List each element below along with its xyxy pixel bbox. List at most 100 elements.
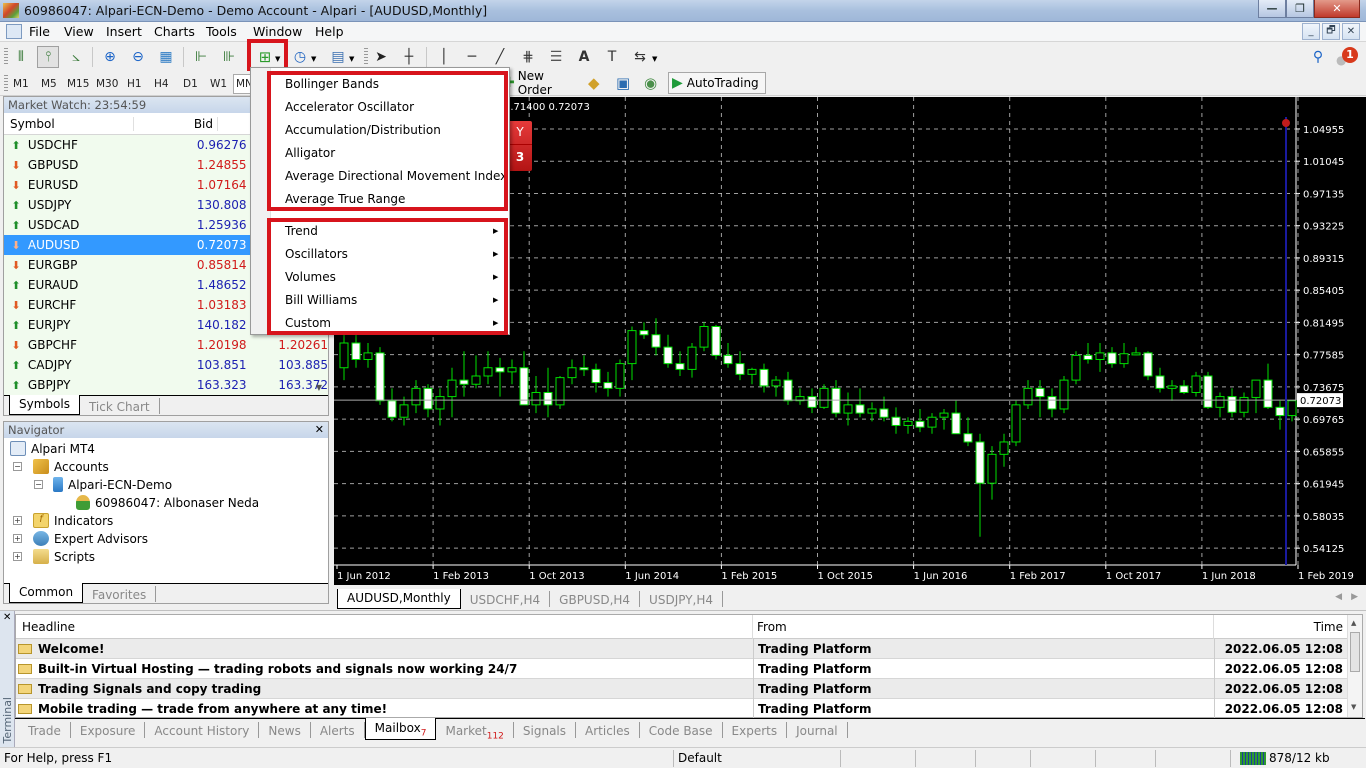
mail-row[interactable]: Mobile trading — trade from anywhere at … (16, 699, 1349, 719)
tree-root[interactable]: Alpari MT4 (10, 441, 95, 456)
fibonacci-retracement-icon[interactable]: ☰ (545, 46, 567, 68)
timeframe-w1[interactable]: W1 (210, 78, 227, 90)
terminal-tab-news[interactable]: News (259, 722, 311, 738)
column-from[interactable]: From (753, 615, 1214, 639)
arrows-dropdown-arrow[interactable]: ▼ (652, 55, 657, 63)
expand-icon[interactable]: + (13, 552, 22, 561)
new-order-button[interactable]: ✚ New Order (503, 69, 579, 97)
chart-minimize-button[interactable]: _ (1302, 23, 1320, 40)
chart-tab-usdjpy-h4[interactable]: USDJPY,H4 (640, 591, 724, 607)
periods-icon[interactable]: ◷ (289, 46, 311, 68)
terminal-tab-articles[interactable]: Articles (576, 722, 640, 738)
menu-insert[interactable]: Insert (106, 24, 142, 39)
column-time[interactable]: Time (1214, 615, 1349, 639)
terminal-tab-code-base[interactable]: Code Base (640, 722, 723, 738)
arrows-icon[interactable]: ⇆ (629, 46, 651, 68)
autotrading-button[interactable]: ▶ AutoTrading (668, 72, 766, 94)
zoom-out-icon[interactable]: ⊖ (127, 46, 149, 68)
navigator-close-icon[interactable]: ✕ (315, 423, 324, 436)
tabs-scroll-left-icon[interactable]: ◀ (1335, 592, 1342, 602)
menu-window[interactable]: Window (253, 24, 302, 39)
scroll-down-arrow[interactable]: ▼ (1351, 703, 1356, 711)
timeframe-m15[interactable]: M15 (67, 78, 89, 90)
menu-view[interactable]: View (64, 24, 94, 39)
tree-expert-advisors[interactable]: + Expert Advisors (13, 531, 148, 546)
one-click-buy-button[interactable]: Y 3 (508, 121, 532, 171)
tab-favorites[interactable]: Favorites (83, 586, 157, 602)
chart-restore-button[interactable]: 🗗 (1322, 23, 1340, 40)
signals-icon[interactable]: ◉ (644, 74, 657, 92)
column-headline[interactable]: Headline (16, 615, 753, 639)
terminal-tab-account-history[interactable]: Account History (145, 722, 260, 738)
restore-button[interactable]: ❐ (1286, 0, 1314, 18)
scroll-down-arrow[interactable]: ▼ (316, 383, 322, 392)
market-watch-row[interactable]: ⬆ GBPJPY 163.323 163.372 (4, 375, 328, 395)
terminal-close-icon[interactable]: ✕ (3, 612, 11, 623)
mail-row[interactable]: Trading Signals and copy trading Trading … (16, 679, 1349, 699)
metaeditor-icon[interactable]: ◆ (588, 74, 600, 92)
chart-tab-gbpusd-h4[interactable]: GBPUSD,H4 (550, 591, 641, 607)
crosshair-icon[interactable]: ┼ (398, 46, 420, 68)
terminal-tab-signals[interactable]: Signals (514, 722, 577, 738)
timeframe-m1[interactable]: M1 (13, 78, 29, 90)
terminal-tab-exposure[interactable]: Exposure (71, 722, 146, 738)
menu-file[interactable]: File (29, 24, 50, 39)
autoscroll-icon[interactable]: ⊪ (218, 46, 240, 68)
periods-dropdown-arrow[interactable]: ▼ (311, 55, 316, 63)
tree-scripts[interactable]: + Scripts (13, 549, 95, 564)
close-button[interactable]: ✕ (1314, 0, 1360, 18)
market-watch-row[interactable]: ⬆ CADJPY 103.851 103.885 (4, 355, 328, 375)
column-symbol[interactable]: Symbol (4, 116, 134, 131)
scroll-up-arrow[interactable]: ▲ (1351, 619, 1356, 627)
terminal-tab-market[interactable]: Market112 (436, 722, 514, 741)
tab-common[interactable]: Common (9, 583, 84, 603)
minimize-button[interactable]: — (1258, 0, 1286, 18)
terminal-icon[interactable]: ▣ (616, 74, 630, 92)
tile-windows-icon[interactable]: ▦ (155, 46, 177, 68)
search-icon[interactable]: ⚲ (1307, 46, 1329, 68)
templates-dropdown-arrow[interactable]: ▼ (349, 55, 354, 63)
line-chart-icon[interactable]: ⦣ (65, 46, 87, 68)
chart-shift-icon[interactable]: ⊩ (190, 46, 212, 68)
cursor-icon[interactable]: ➤ (370, 46, 392, 68)
tab-symbols[interactable]: Symbols (9, 395, 80, 415)
vertical-scrollbar[interactable]: ▲ ▼ (1347, 615, 1362, 717)
bar-chart-icon[interactable]: ⫴ (10, 46, 32, 68)
mail-row[interactable]: Welcome! Trading Platform 2022.06.05 12:08 (16, 639, 1349, 659)
timeframe-h4[interactable]: H4 (154, 78, 169, 90)
trendline-icon[interactable]: ╱ (489, 46, 511, 68)
market-watch-row[interactable]: ⬇ GBPCHF 1.20198 1.20261 (4, 335, 328, 355)
terminal-tab-mailbox[interactable]: Mailbox7 (364, 718, 437, 740)
menu-help[interactable]: Help (315, 24, 344, 39)
vertical-line-icon[interactable]: │ (433, 46, 455, 68)
terminal-tab-trade[interactable]: Trade (19, 722, 71, 738)
menu-charts[interactable]: Charts (154, 24, 195, 39)
expand-icon[interactable]: + (13, 534, 22, 543)
toolbar-grip[interactable] (4, 48, 8, 66)
scroll-thumb[interactable] (1350, 632, 1360, 672)
chart-close-button[interactable]: ✕ (1342, 23, 1360, 40)
collapse-icon[interactable]: − (13, 462, 22, 471)
collapse-icon[interactable]: − (34, 480, 43, 489)
chart-tab-usdchf-h4[interactable]: USDCHF,H4 (461, 591, 551, 607)
terminal-tab-journal[interactable]: Journal (787, 722, 848, 738)
terminal-tab-alerts[interactable]: Alerts (311, 722, 365, 738)
status-profile[interactable]: Default (678, 751, 722, 765)
text-icon[interactable]: A (573, 46, 595, 68)
tree-accounts[interactable]: − Accounts (13, 459, 109, 474)
tree-server[interactable]: − Alpari-ECN-Demo (34, 477, 172, 492)
menu-tools[interactable]: Tools (206, 24, 237, 39)
terminal-tab-experts[interactable]: Experts (723, 722, 788, 738)
zoom-in-icon[interactable]: ⊕ (99, 46, 121, 68)
notifications-button[interactable]: ● 1 (1336, 47, 1358, 67)
fibonacci-fan-icon[interactable]: ⋕ (517, 46, 539, 68)
tabs-scroll-right-icon[interactable]: ▶ (1351, 592, 1358, 602)
timeframe-m5[interactable]: M5 (41, 78, 57, 90)
chart-tab-audusd-monthly[interactable]: AUDUSD,Monthly (337, 589, 461, 609)
templates-icon[interactable]: ▤ (327, 46, 349, 68)
horizontal-line-icon[interactable]: ─ (461, 46, 483, 68)
timeframe-d1[interactable]: D1 (183, 78, 198, 90)
column-bid[interactable]: Bid (134, 116, 218, 131)
mail-row[interactable]: Built-in Virtual Hosting — trading robot… (16, 659, 1349, 679)
timeframe-m30[interactable]: M30 (96, 78, 118, 90)
